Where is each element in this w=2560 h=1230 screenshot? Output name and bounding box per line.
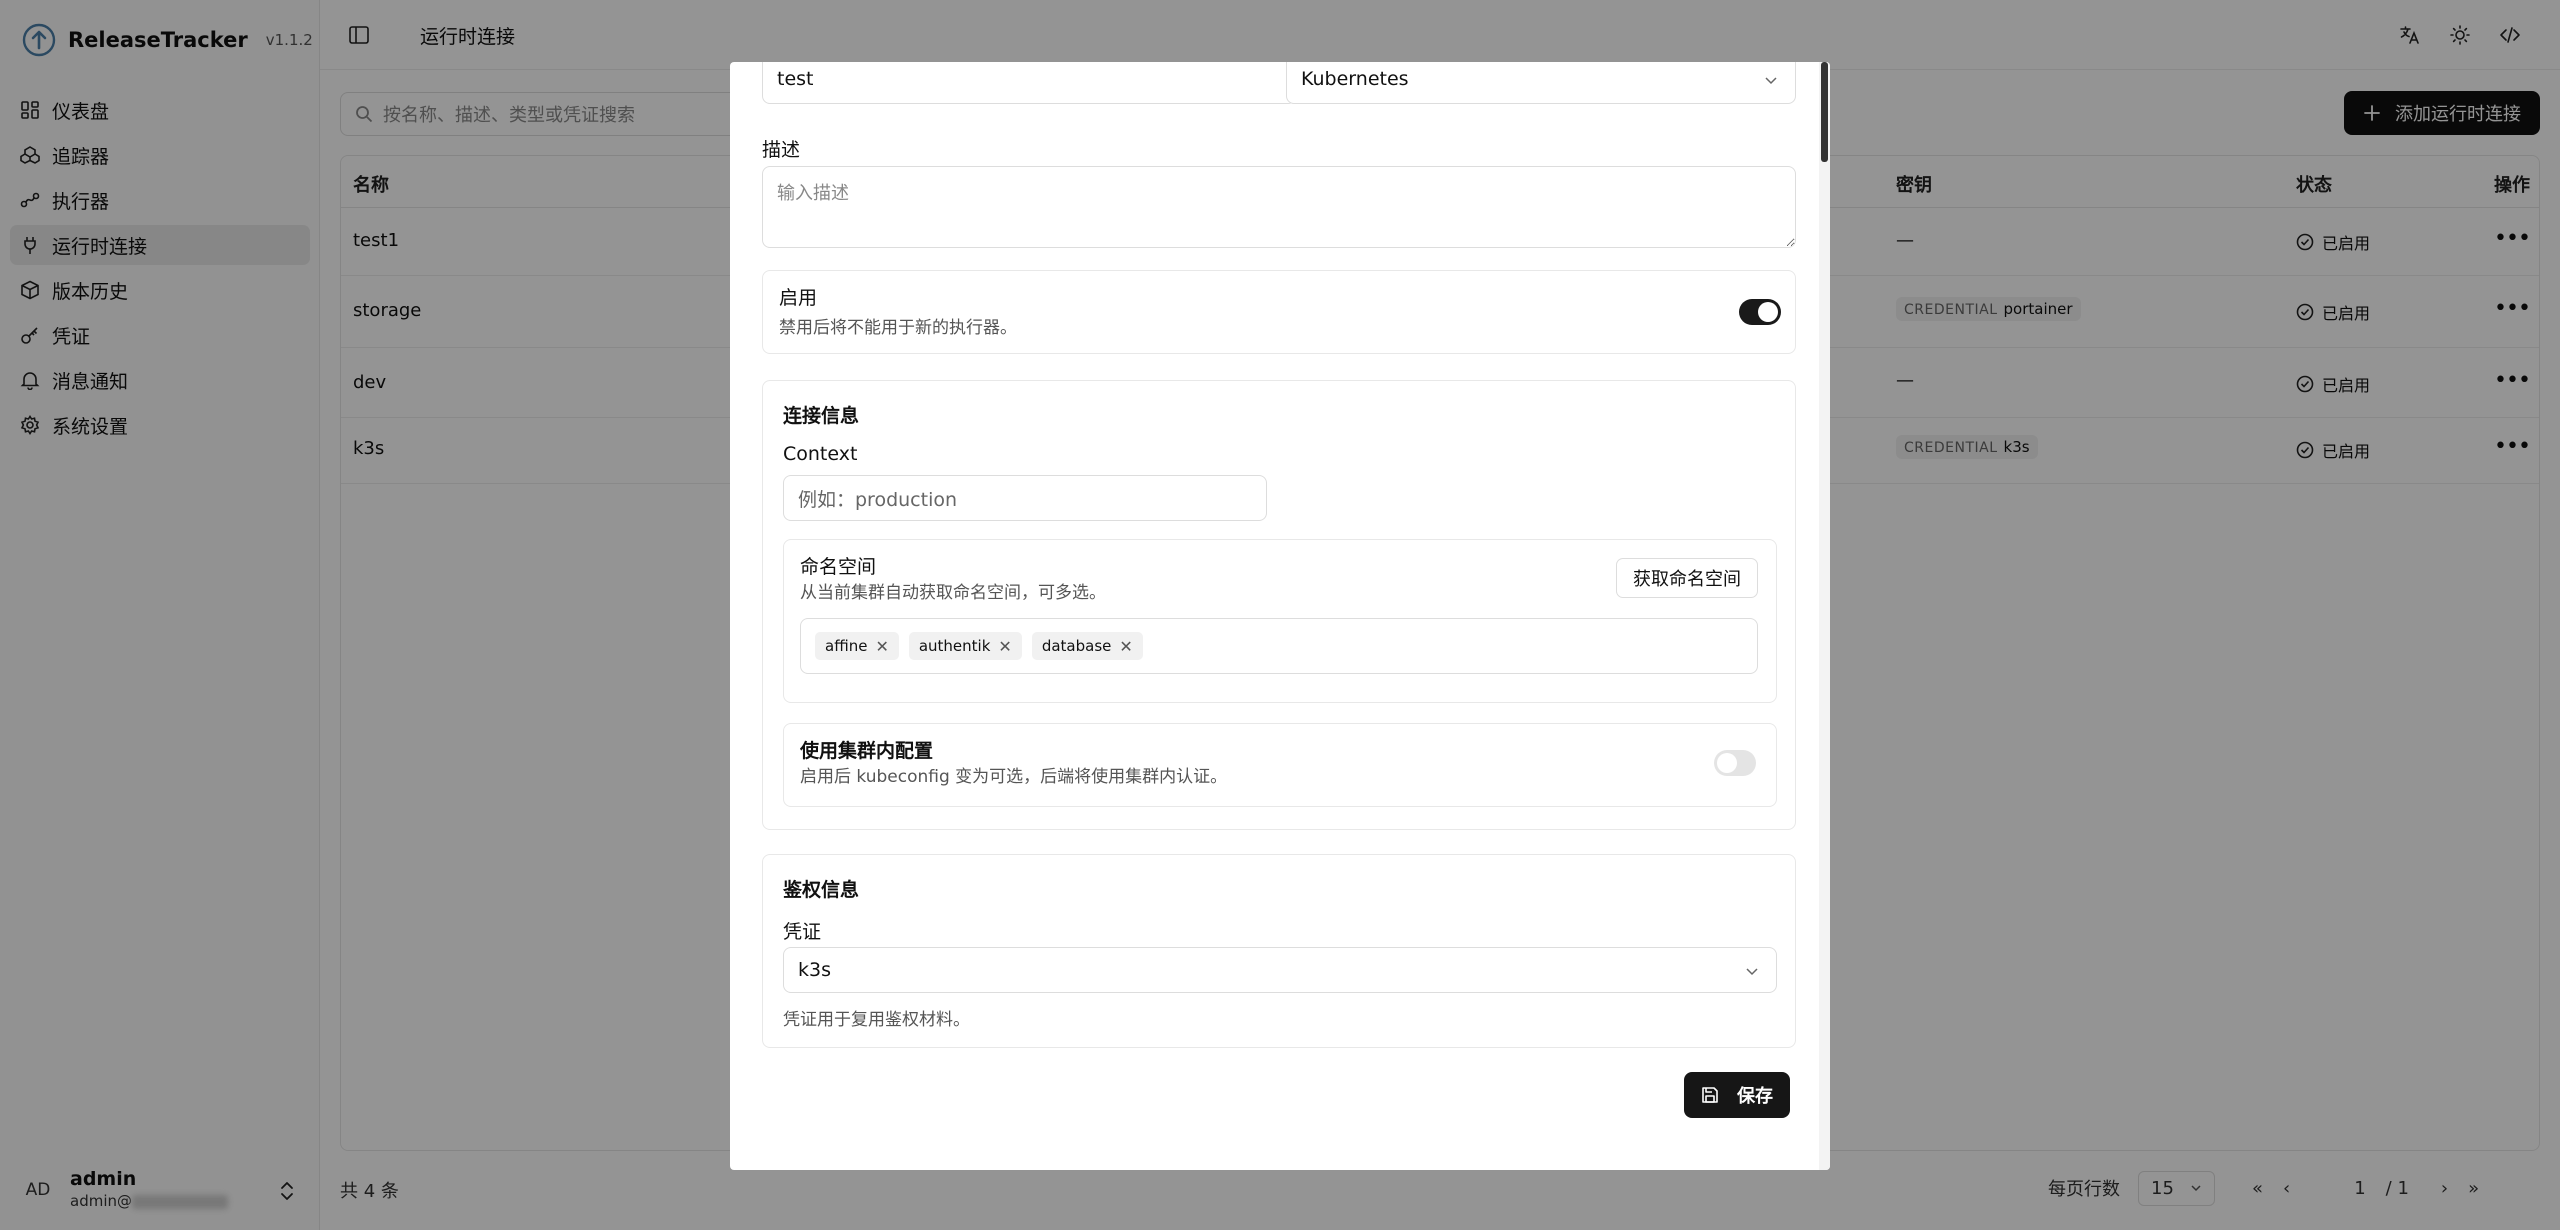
enabled-card: 启用 禁用后将不能用于新的执行器。 bbox=[762, 270, 1796, 354]
scrollbar-thumb[interactable] bbox=[1821, 62, 1828, 162]
in-cluster-help: 启用后 kubeconfig 变为可选，后端将使用集群内认证。 bbox=[800, 767, 1228, 787]
enabled-label: 启用 bbox=[779, 287, 818, 309]
enabled-toggle[interactable] bbox=[1739, 299, 1781, 325]
modal-scrollbar[interactable] bbox=[1819, 62, 1830, 1170]
namespace-label: 命名空间 bbox=[800, 556, 877, 578]
save-button[interactable]: 保存 bbox=[1684, 1072, 1790, 1118]
context-label: Context bbox=[783, 443, 858, 465]
chevron-down-icon bbox=[1746, 968, 1758, 976]
namespace-multiselect[interactable]: affine ✕ authentik ✕ database ✕ bbox=[800, 618, 1758, 674]
name-input[interactable]: test bbox=[762, 62, 1296, 104]
save-icon bbox=[1702, 1087, 1718, 1103]
remove-chip-icon[interactable]: ✕ bbox=[875, 637, 888, 656]
credential-label: 凭证 bbox=[783, 921, 822, 943]
namespace-card: 命名空间 从当前集群自动获取命名空间，可多选。 获取命名空间 affine ✕ a… bbox=[783, 539, 1777, 703]
in-cluster-toggle[interactable] bbox=[1714, 750, 1756, 776]
credential-help: 凭证用于复用鉴权材料。 bbox=[783, 1010, 970, 1030]
enabled-help: 禁用后将不能用于新的执行器。 bbox=[779, 318, 1017, 338]
remove-chip-icon[interactable]: ✕ bbox=[998, 637, 1011, 656]
in-cluster-label: 使用集群内配置 bbox=[800, 740, 934, 762]
credential-select[interactable]: k3s bbox=[783, 947, 1777, 993]
remove-chip-icon[interactable]: ✕ bbox=[1119, 637, 1132, 656]
description-input[interactable] bbox=[762, 166, 1796, 248]
context-input[interactable]: 例如：production bbox=[783, 475, 1267, 521]
namespace-chip: database ✕ bbox=[1031, 632, 1143, 660]
namespace-chip: affine ✕ bbox=[815, 632, 899, 660]
namespace-help: 从当前集群自动获取命名空间，可多选。 bbox=[800, 583, 1106, 603]
connection-info-card: 连接信息 Context 例如：production 命名空间 从当前集群自动获… bbox=[762, 380, 1796, 830]
type-select[interactable]: Kubernetes bbox=[1286, 62, 1796, 104]
fetch-namespaces-button[interactable]: 获取命名空间 bbox=[1616, 558, 1758, 598]
description-label: 描述 bbox=[762, 139, 801, 161]
chevron-down-icon bbox=[1765, 77, 1777, 85]
connection-info-title: 连接信息 bbox=[783, 405, 860, 427]
auth-info-title: 鉴权信息 bbox=[783, 879, 860, 901]
edit-runtime-connection-dialog: test Kubernetes 描述 启用 禁用后将不能用于新的执行器。 连接信… bbox=[730, 62, 1830, 1170]
auth-info-card: 鉴权信息 凭证 k3s 凭证用于复用鉴权材料。 bbox=[762, 854, 1796, 1048]
in-cluster-card: 使用集群内配置 启用后 kubeconfig 变为可选，后端将使用集群内认证。 bbox=[783, 723, 1777, 807]
namespace-chip: authentik ✕ bbox=[908, 632, 1022, 660]
